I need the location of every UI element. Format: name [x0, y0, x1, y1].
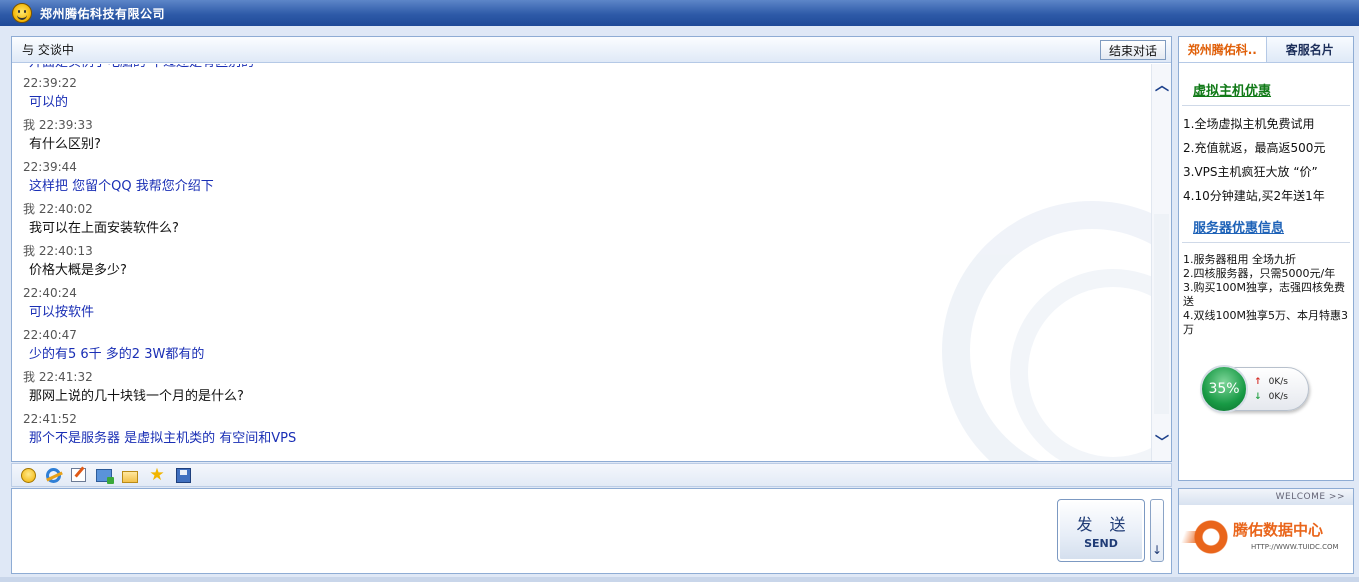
message-input[interactable]: 发 送 SEND ↓: [11, 488, 1172, 574]
brand-mark-icon: [1189, 517, 1229, 557]
message-text: 这样把 您留个QQ 我帮您介绍下: [29, 179, 214, 194]
welcome-box: WELCOME >> 腾佑数据中心 HTTP://WWW.TUIDC.COM: [1178, 488, 1354, 574]
message-text: 价格大概是多少?: [29, 263, 127, 278]
message-timestamp: 我 22:39:33: [23, 118, 93, 132]
brand-url: HTTP://WWW.TUIDC.COM: [1251, 543, 1339, 551]
message-timestamp: 我 22:41:32: [23, 370, 93, 384]
message-text: 那网上说的几十块钱一个月的是什么?: [29, 389, 244, 404]
folder-icon[interactable]: [122, 470, 138, 483]
message-timestamp: 我 22:40:13: [23, 244, 93, 258]
edit-icon[interactable]: [71, 468, 86, 482]
upload-arrow-icon: ↑: [1254, 377, 1262, 387]
list-item: 2.充值就返，最高返500元: [1183, 141, 1326, 155]
chat-panel: 与 交谈中 结束对话 升面是实例了电脑的 不过还是有区别的 22:39:22 可以的…: [11, 36, 1172, 462]
vhost-promo-list: 1.全场虚拟主机免费试用 2.充值就返，最高返500元 3.VPS主机疯狂大放 …: [1179, 106, 1353, 208]
tab-service-card[interactable]: 客服名片: [1266, 37, 1353, 62]
screenshot-icon[interactable]: [96, 468, 114, 484]
message-text: 那个不是服务器 是虚拟主机类的 有空间和VPS: [29, 431, 297, 446]
message-timestamp: 22:41:52: [23, 412, 77, 426]
send-options-button[interactable]: ↓: [1150, 499, 1164, 562]
list-item: 3.购买100M独享，志强四核免费送: [1183, 281, 1345, 308]
chat-message: 升面是实例了电脑的 不过还是有区别的: [12, 64, 1152, 74]
list-item: 4.双线100M独享5万、本月特惠3万: [1183, 309, 1348, 336]
server-promo-title[interactable]: 服务器优惠信息: [1179, 216, 1353, 242]
chat-message: 22:39:44 这样把 您留个QQ 我帮您介绍下: [12, 158, 1152, 200]
message-timestamp: 22:40:47: [23, 328, 77, 342]
scroll-up-icon[interactable]: ︿: [1152, 74, 1172, 98]
chat-message: 22:40:24 可以按软件: [12, 284, 1152, 326]
scroll-down-icon[interactable]: ﹀: [1152, 431, 1172, 455]
message-timestamp: 22:39:22: [23, 76, 77, 90]
chat-message: 我 22:40:13 价格大概是多少?: [12, 242, 1152, 284]
speed-percent: 35%: [1200, 365, 1248, 413]
welcome-label: WELCOME >>: [1179, 489, 1353, 505]
status-strip: [0, 577, 1359, 582]
chat-message: 我 22:40:02 我可以在上面安装软件么?: [12, 200, 1152, 242]
message-text: 可以按软件: [29, 305, 95, 320]
send-button[interactable]: 发 送 SEND: [1057, 499, 1145, 562]
smiley-logo-icon: [12, 3, 32, 23]
download-speed: 0K/s: [1268, 392, 1288, 402]
window-title: 郑州腾佑科技有限公司: [40, 6, 166, 21]
message-text: 我可以在上面安装软件么?: [29, 221, 179, 236]
title-bar: 郑州腾佑科技有限公司: [0, 0, 1359, 26]
brand-name: 腾佑数据中心: [1233, 521, 1324, 539]
chat-message: 我 22:41:32 那网上说的几十块钱一个月的是什么?: [12, 368, 1152, 410]
message-timestamp: 22:39:44: [23, 160, 77, 174]
message-timestamp: 22:40:24: [23, 286, 77, 300]
smiley-icon[interactable]: [21, 467, 36, 483]
message-text: 有什么区别?: [29, 137, 101, 152]
send-label-cn: 发 送: [1076, 515, 1132, 534]
chat-header: 与 交谈中 结束对话: [12, 37, 1171, 63]
message-list[interactable]: 升面是实例了电脑的 不过还是有区别的 22:39:22 可以的我 22:39:33 有…: [12, 64, 1152, 461]
network-speed-widget[interactable]: 35% ↑ ↓ 0K/s 0K/s: [1200, 365, 1309, 413]
list-item: 1.服务器租用 全场九折: [1183, 253, 1296, 266]
chat-message: 22:40:47 少的有5 6千 多的2 3W都有的: [12, 326, 1152, 368]
chat-message: 22:41:52 那个不是服务器 是虚拟主机类的 有空间和VPS: [12, 410, 1152, 452]
chat-scrollbar[interactable]: ︿ ﹀: [1151, 64, 1171, 461]
list-item: 2.四核服务器，只需5000元/年: [1183, 267, 1336, 280]
message-text: 少的有5 6千 多的2 3W都有的: [29, 347, 205, 362]
input-toolbar: ★: [11, 463, 1172, 487]
favorite-star-icon[interactable]: ★: [148, 466, 166, 484]
message-text: 升面是实例了电脑的 不过还是有区别的: [23, 64, 1152, 74]
side-tabs: 郑州腾佑科.. 客服名片: [1179, 37, 1353, 63]
brand-logo[interactable]: 腾佑数据中心 HTTP://WWW.TUIDC.COM: [1187, 513, 1347, 561]
browser-icon[interactable]: [46, 467, 61, 483]
scrollbar-thumb[interactable]: [1154, 214, 1169, 414]
save-icon[interactable]: [176, 467, 191, 483]
side-panel: 郑州腾佑科.. 客服名片 虚拟主机优惠 1.全场虚拟主机免费试用 2.充值就返，…: [1178, 36, 1354, 481]
list-item: 3.VPS主机疯狂大放 “价”: [1183, 165, 1318, 179]
server-promo-list: 1.服务器租用 全场九折 2.四核服务器，只需5000元/年 3.购买100M独…: [1179, 243, 1353, 337]
upload-speed: 0K/s: [1268, 377, 1288, 387]
vhost-promo-title[interactable]: 虚拟主机优惠: [1179, 79, 1353, 105]
tab-company[interactable]: 郑州腾佑科..: [1179, 37, 1267, 62]
end-chat-button[interactable]: 结束对话: [1100, 40, 1166, 60]
message-text: 可以的: [29, 95, 69, 110]
download-arrow-icon: ↓: [1254, 392, 1262, 402]
list-item: 4.10分钟建站,买2年送1年: [1183, 189, 1325, 203]
chat-message: 我 22:39:33 有什么区别?: [12, 116, 1152, 158]
list-item: 1.全场虚拟主机免费试用: [1183, 117, 1315, 131]
chat-status: 与 交谈中: [22, 43, 74, 57]
chat-message: 22:39:22 可以的: [12, 74, 1152, 116]
send-label-en: SEND: [1084, 537, 1118, 550]
message-timestamp: 我 22:40:02: [23, 202, 93, 216]
